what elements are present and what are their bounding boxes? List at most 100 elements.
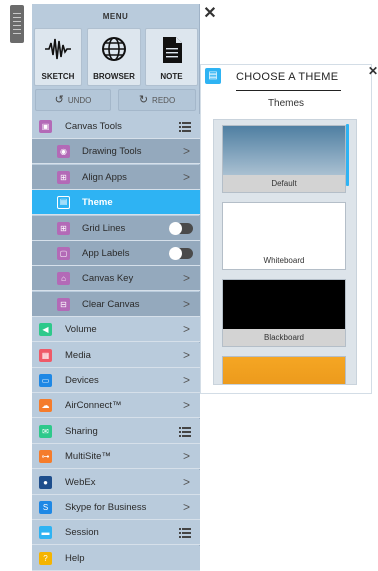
redo-button[interactable]: ↻ REDO <box>118 89 196 111</box>
browser-button[interactable]: BROWSER <box>87 28 141 86</box>
theme-tile-whiteboard[interactable]: Whiteboard <box>222 202 346 270</box>
menu-item-label: App Labels <box>82 248 130 259</box>
menu-item-devices[interactable]: ▭ Devices > <box>32 368 200 393</box>
devices-icon: ▭ <box>39 374 52 387</box>
help-icon: ? <box>39 551 52 565</box>
redo-icon: ↻ <box>138 94 149 106</box>
app-root: MENU SKETCH BROWSER NOTE ↺ UNDO ↻ REDO ▣… <box>0 0 378 571</box>
main-menu: MENU SKETCH BROWSER NOTE ↺ UNDO ↻ REDO ▣… <box>32 4 200 571</box>
chevron-right-icon: > <box>182 169 190 184</box>
toggle-knob <box>169 221 182 235</box>
menu-item-label: Session <box>65 527 99 539</box>
drag-handle[interactable] <box>10 5 24 43</box>
menu-item-skype-for-business[interactable]: S Skype for Business > <box>32 495 200 520</box>
chevron-right-icon: > <box>182 398 190 413</box>
chevron-right-icon: > <box>182 296 190 311</box>
menu-item-label: Help <box>65 552 85 564</box>
app-labels-icon: ▢ <box>57 247 70 260</box>
canvas-tools-icon: ▣ <box>39 120 52 133</box>
menu-close-button[interactable]: ✕ <box>202 6 218 22</box>
theme-panel-close-button[interactable]: ✕ <box>368 64 378 78</box>
menu-item-airconnect[interactable]: ☁ AirConnect™ > <box>32 393 200 419</box>
menu-item-label: AirConnect™ <box>65 400 122 412</box>
menu-item-media[interactable]: ▦ Media > <box>32 342 200 368</box>
globe-icon <box>102 37 126 61</box>
menu-item-label: Clear Canvas <box>82 298 140 310</box>
chevron-right-icon: > <box>182 322 190 337</box>
undo-icon: ↺ <box>54 94 64 106</box>
list-menu-icon[interactable] <box>179 122 191 132</box>
drawing-tools-icon: ◉ <box>57 145 70 159</box>
theme-list: Default Whiteboard Blackboard <box>213 119 357 385</box>
theme-tile-default[interactable]: Default <box>222 125 346 193</box>
theme-tile-label: Blackboard <box>223 329 345 346</box>
theme-tile-label: Whiteboard <box>223 252 345 269</box>
note-button[interactable]: NOTE <box>145 28 198 86</box>
multisite-icon: ⊶ <box>39 450 52 464</box>
menu-item-grid-lines[interactable]: ⊞ Grid Lines <box>32 215 200 241</box>
theme-tile-label: Default <box>223 175 345 192</box>
menu-item-app-labels[interactable]: ▢ App Labels <box>32 241 200 266</box>
menu-item-label: Media <box>65 349 91 361</box>
webex-icon: ● <box>39 475 52 489</box>
menu-item-webex[interactable]: ● WebEx > <box>32 469 200 495</box>
menu-item-sharing[interactable]: ✉ Sharing <box>32 418 200 444</box>
menu-item-drawing-tools[interactable]: ◉ Drawing Tools > <box>32 139 200 165</box>
sharing-icon: ✉ <box>39 424 52 438</box>
theme-tile-orange[interactable] <box>222 356 346 384</box>
theme-title-underline <box>236 90 341 91</box>
undo-label: UNDO <box>67 96 92 105</box>
list-menu-icon[interactable] <box>179 426 191 437</box>
undo-button[interactable]: ↺ UNDO <box>35 89 111 111</box>
menu-item-canvas-key[interactable]: ⌂ Canvas Key > <box>32 266 200 292</box>
menu-item-label: Drawing Tools <box>82 146 142 158</box>
menu-item-label: MultiSite™ <box>65 451 111 463</box>
toggle-switch[interactable] <box>169 247 193 260</box>
menu-item-clear-canvas[interactable]: ⊟ Clear Canvas > <box>32 291 200 317</box>
menu-item-align-apps[interactable]: ⊞ Align Apps > <box>32 164 200 190</box>
browser-label: BROWSER <box>93 72 135 81</box>
menu-item-session[interactable]: ▬ Session <box>32 520 200 546</box>
menu-item-label: Skype for Business <box>65 502 147 513</box>
toggle-knob <box>169 247 182 260</box>
theme-scrollbar[interactable] <box>346 119 349 385</box>
align-apps-icon: ⊞ <box>57 170 70 184</box>
sketch-button[interactable]: SKETCH <box>34 28 82 86</box>
chevron-right-icon: > <box>182 500 190 514</box>
skype-for-business-icon: S <box>39 501 52 514</box>
chevron-right-icon: > <box>182 449 190 464</box>
clear-canvas-icon: ⊟ <box>57 297 70 311</box>
scrollbar-thumb[interactable] <box>346 124 349 186</box>
menu-item-help[interactable]: ? Help <box>32 545 200 571</box>
airconnect-icon: ☁ <box>39 399 52 413</box>
menu-item-label: WebEx <box>65 476 96 488</box>
session-icon: ▬ <box>39 526 52 540</box>
chevron-right-icon: > <box>182 271 190 286</box>
menu-item-label: Sharing <box>65 425 98 437</box>
toggle-switch[interactable] <box>169 221 193 235</box>
note-label: NOTE <box>160 72 183 81</box>
chevron-right-icon: > <box>182 373 190 387</box>
theme-panel-title: CHOOSE A THEME <box>236 71 339 83</box>
redo-label: REDO <box>152 96 176 105</box>
volume-icon: ◀ <box>39 323 52 337</box>
menu-item-label: Align Apps <box>82 171 127 183</box>
themes-subtitle: Themes <box>267 98 305 109</box>
chevron-right-icon: > <box>182 474 190 489</box>
menu-item-canvas-tools[interactable]: ▣ Canvas Tools <box>32 114 200 139</box>
theme-panel: ▤ CHOOSE A THEME Themes Default Whiteboar… <box>200 64 372 394</box>
list-menu-icon[interactable] <box>179 528 191 539</box>
menu-item-volume[interactable]: ◀ Volume > <box>32 317 200 343</box>
menu-item-label: Devices <box>65 375 99 386</box>
media-icon: ▦ <box>39 348 52 362</box>
menu-item-label: Canvas Key <box>82 273 134 285</box>
menu-item-theme[interactable]: ▤ Theme <box>32 190 200 216</box>
menu-item-multisite[interactable]: ⊶ MultiSite™ > <box>32 444 200 470</box>
menu-item-label: Volume <box>65 324 97 336</box>
menu-item-label: Theme <box>82 197 113 209</box>
chevron-right-icon: > <box>182 144 190 159</box>
canvas-key-icon: ⌂ <box>57 272 70 286</box>
menu-item-label: Canvas Tools <box>65 121 122 132</box>
theme-panel-icon: ▤ <box>205 68 221 84</box>
theme-tile-blackboard[interactable]: Blackboard <box>222 279 346 347</box>
